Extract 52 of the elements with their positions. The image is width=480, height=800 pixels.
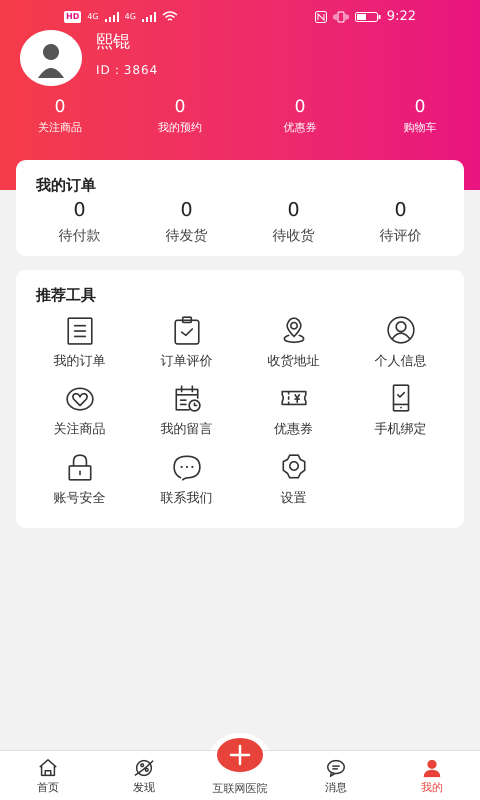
- tool-label[interactable]: 我的留言: [160, 420, 212, 440]
- stat-label[interactable]: 优惠券: [284, 120, 316, 136]
- stat-label[interactable]: 购物车: [404, 120, 436, 136]
- stat-count[interactable]: 0: [294, 96, 306, 118]
- network-label: 4G: [124, 11, 136, 23]
- add-icon[interactable]: [217, 738, 263, 772]
- stat-label[interactable]: 我的预约: [158, 120, 202, 136]
- wifi-icon: [162, 11, 178, 23]
- user-id: ID：3864: [96, 62, 158, 79]
- order-status[interactable]: 待发货: [166, 226, 208, 246]
- stat-count[interactable]: 0: [54, 96, 66, 118]
- user-circle-icon[interactable]: [386, 314, 416, 344]
- nav-tab[interactable]: 我的: [384, 751, 480, 800]
- tool-label[interactable]: 账号安全: [54, 488, 106, 508]
- signal-icon: [142, 12, 156, 22]
- section-title: 推荐工具: [36, 285, 97, 306]
- order-status[interactable]: 待收货: [272, 226, 314, 246]
- order-status[interactable]: 待评价: [380, 226, 422, 246]
- user-name: 熙锟: [96, 31, 131, 54]
- stat-label[interactable]: 关注商品: [38, 120, 82, 136]
- nav-tab[interactable]: 消息: [288, 751, 384, 800]
- stat-count[interactable]: 0: [414, 96, 426, 118]
- order-count[interactable]: 0: [394, 198, 407, 220]
- section-title: 我的订单: [36, 175, 97, 196]
- clock-time: 9:22: [386, 8, 416, 26]
- network-label: 4G: [87, 11, 99, 23]
- tool-label[interactable]: 关注商品: [54, 420, 106, 440]
- home-icon[interactable]: [37, 756, 59, 779]
- tool-label[interactable]: 我的订单: [54, 352, 106, 371]
- tool-label[interactable]: 收货地址: [268, 352, 320, 371]
- tool-label[interactable]: 联系我们: [160, 488, 212, 508]
- order-status[interactable]: 待付款: [58, 226, 100, 246]
- battery-icon: [354, 11, 381, 23]
- order-count[interactable]: 0: [287, 198, 300, 220]
- order-count[interactable]: 0: [73, 198, 86, 220]
- tool-label[interactable]: 手机绑定: [374, 420, 426, 440]
- hospital-tab[interactable]: 互联网医院: [212, 782, 268, 796]
- nfc-icon: [314, 11, 327, 23]
- stat-count[interactable]: 0: [174, 96, 186, 118]
- tool-label[interactable]: 个人信息: [374, 352, 426, 371]
- nav-tab[interactable]: 首页: [0, 751, 96, 800]
- list-icon[interactable]: [64, 314, 94, 344]
- order-count[interactable]: 0: [180, 198, 193, 220]
- vibrate-icon: [332, 11, 349, 23]
- signal-icon: [104, 12, 119, 22]
- clipboard-check-icon[interactable]: [172, 314, 202, 344]
- tool-label[interactable]: 优惠券: [274, 420, 313, 440]
- avatar[interactable]: [20, 30, 82, 86]
- tool-label[interactable]: 设置: [280, 488, 306, 508]
- tool-label[interactable]: 订单评价: [160, 352, 212, 371]
- hd-indicator: HD: [64, 11, 82, 23]
- nav-tab[interactable]: 发现: [96, 751, 192, 800]
